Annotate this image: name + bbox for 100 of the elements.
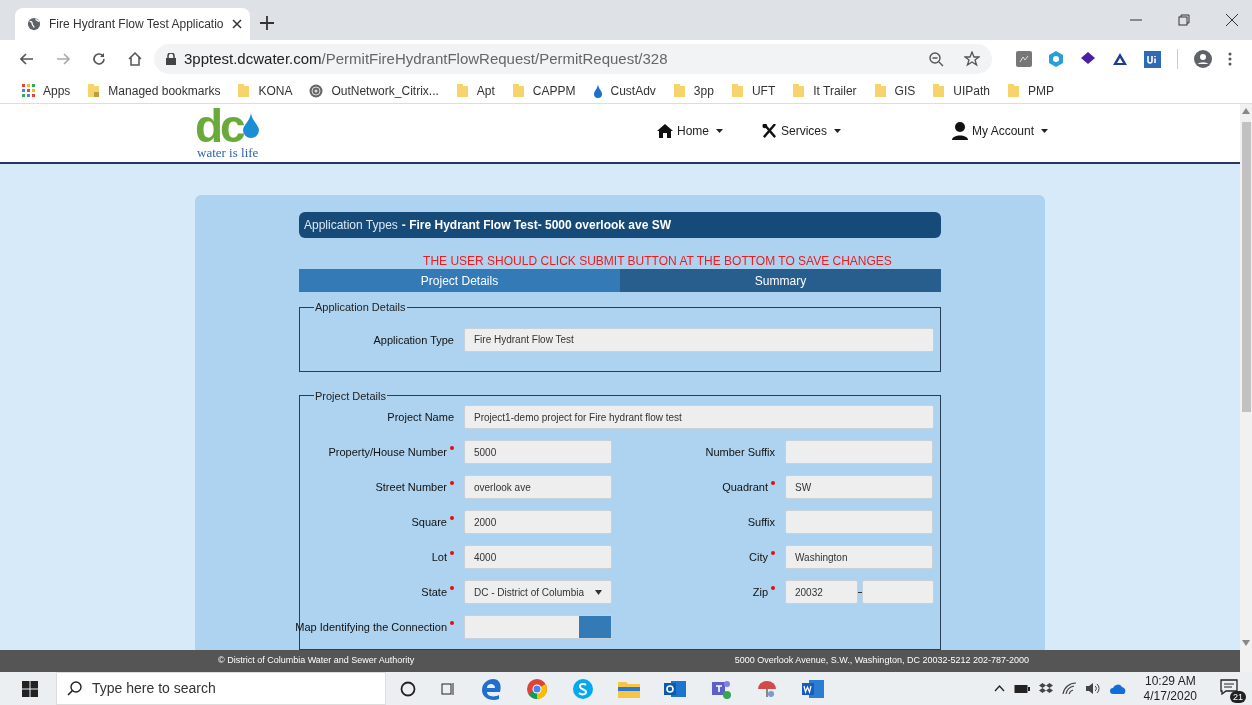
input-field[interactable]: DC - District of Columbia (464, 580, 612, 604)
logo-mark: dc (195, 106, 243, 146)
bookmark[interactable]: Apt (455, 81, 495, 100)
folder-icon (730, 83, 744, 98)
user-icon (952, 122, 968, 140)
bookmark[interactable]: PMP (1006, 81, 1054, 100)
dropbox-icon[interactable] (1038, 682, 1053, 695)
ui-glyph-icon (1147, 53, 1158, 65)
input-field[interactable]: SW (785, 475, 933, 499)
edge-icon[interactable] (480, 677, 502, 700)
bookmark[interactable]: UFT (730, 81, 776, 100)
volume-icon[interactable] (1085, 682, 1101, 695)
home-icon[interactable] (128, 52, 142, 66)
tools-icon (762, 123, 777, 139)
input-field[interactable] (862, 580, 934, 604)
layers-extension-icon[interactable] (1080, 51, 1096, 67)
scroll-up-icon[interactable] (1242, 108, 1250, 114)
back-icon[interactable] (20, 52, 34, 66)
star-icon[interactable] (964, 51, 980, 67)
uipath-extension-icon[interactable] (1144, 50, 1161, 68)
field-label: Property/House Number (328, 445, 447, 460)
input-field[interactable]: 20032 (785, 580, 858, 604)
scroll-down-icon[interactable] (1242, 640, 1250, 646)
section-legend: Application Details (314, 299, 407, 316)
bookmark[interactable]: CustAdv (592, 81, 656, 100)
input-field[interactable] (785, 510, 933, 534)
bookmark[interactable]: It Trailer (792, 81, 857, 100)
battery-icon[interactable] (1013, 683, 1030, 694)
page-title: - Fire Hydrant Flow Test- 5000 overlook ave SW (401, 217, 672, 234)
profile-icon[interactable] (1194, 50, 1212, 68)
address-bar[interactable]: 3pptest.dcwater.com/PermitFireHydrantFlowRequest/PermitRequest/328 (154, 44, 992, 74)
outlook-icon[interactable] (664, 678, 686, 699)
water-drop-icon (592, 83, 603, 98)
restore-icon[interactable] (1178, 14, 1190, 26)
wifi-icon[interactable] (1061, 682, 1077, 695)
chrome-icon[interactable] (526, 677, 548, 700)
field-label: State (421, 585, 447, 600)
bookmark[interactable]: Managed bookmarks (87, 81, 221, 100)
caret-icon (834, 129, 841, 133)
bookmark[interactable]: OutNetwork_Citrix... (309, 81, 439, 100)
clock-date: 4/17/2020 (1143, 688, 1197, 704)
close-icon[interactable] (231, 19, 242, 29)
task-view-icon[interactable] (440, 680, 456, 697)
bookmark[interactable]: UIPath (932, 81, 990, 100)
bookmark[interactable]: KONA (237, 81, 293, 100)
more-icon[interactable] (1228, 52, 1232, 66)
scroll-thumb[interactable] (1241, 122, 1251, 412)
new-tab-icon[interactable] (260, 16, 274, 30)
dropdown-arrow-icon[interactable] (595, 589, 602, 595)
bookmark[interactable]: Apps (22, 81, 71, 100)
cortana-icon[interactable] (400, 680, 416, 697)
nav-menu[interactable]: My Account (952, 122, 1049, 140)
field-label: City (749, 550, 768, 565)
notification-badge: 21 (1230, 690, 1246, 703)
nav-menu[interactable]: Services (762, 122, 841, 140)
taskbar-search-field[interactable]: Type here to search (56, 672, 386, 705)
section-legend: Project Details (314, 387, 387, 404)
bookmark[interactable]: GIS (873, 81, 916, 100)
bookmark[interactable]: 3pp (672, 81, 714, 100)
hexagon-extension-icon[interactable] (1048, 51, 1064, 67)
file-field[interactable] (464, 615, 612, 639)
browser-tab[interactable]: Fire Hydrant Flow Test Applicatio (15, 8, 250, 40)
nav-menu[interactable]: Home (657, 122, 723, 140)
apps-grid-icon (22, 84, 35, 97)
notebook-extension-icon[interactable] (1016, 51, 1032, 67)
file-explorer-icon[interactable] (618, 679, 640, 698)
notification-icon (1220, 678, 1238, 695)
home-icon (657, 124, 673, 138)
onedrive-icon[interactable] (1109, 683, 1127, 694)
warning-message: THE USER SHOULD CLICK SUBMIT BUTTON AT THE BOTTOM TO SAVE CHANGES (422, 255, 893, 268)
footer-copyright: © District of Columbia Water and Sewer Authority (218, 654, 415, 668)
zoom-out-icon[interactable] (929, 51, 944, 67)
input-field[interactable]: Project1-demo project for Fire hydrant flow test (464, 405, 934, 429)
form-tab[interactable]: Summary (620, 269, 941, 292)
input-field[interactable]: Fire Hydrant Flow Test (464, 327, 934, 352)
input-field[interactable]: overlook ave (464, 475, 612, 499)
water-drop-icon (242, 112, 259, 138)
title-prefix: Application Types (304, 217, 398, 234)
scrollbar[interactable] (1240, 104, 1252, 672)
windows-start-icon[interactable] (22, 680, 38, 697)
skype-icon[interactable] (572, 677, 594, 700)
input-field[interactable] (785, 440, 933, 464)
folder-icon (932, 83, 946, 98)
field-label: Suffix (747, 515, 775, 530)
site-logo[interactable]: dc water is life (195, 106, 259, 159)
input-field[interactable]: 4000 (464, 545, 612, 569)
chevron-up-icon[interactable] (993, 685, 1005, 692)
input-field[interactable]: 5000 (464, 440, 612, 464)
reload-icon[interactable] (92, 52, 106, 66)
word-icon[interactable] (802, 678, 824, 699)
input-field[interactable]: Washington (785, 545, 933, 569)
bookmark[interactable]: CAPPM (511, 81, 576, 100)
input-field[interactable]: 2000 (464, 510, 612, 534)
form-tab[interactable]: Project Details (299, 269, 620, 292)
field-label: Lot (431, 550, 447, 565)
footer-address: 5000 Overlook Avenue, S.W., Washington, DC 20032-5212 202-787-2000 (734, 654, 1029, 668)
clock[interactable]: 10:29 AM 4/17/2020 (1143, 673, 1197, 704)
triangle-extension-icon[interactable] (1112, 51, 1128, 67)
search-icon (67, 681, 82, 696)
close-icon[interactable] (1226, 14, 1238, 26)
